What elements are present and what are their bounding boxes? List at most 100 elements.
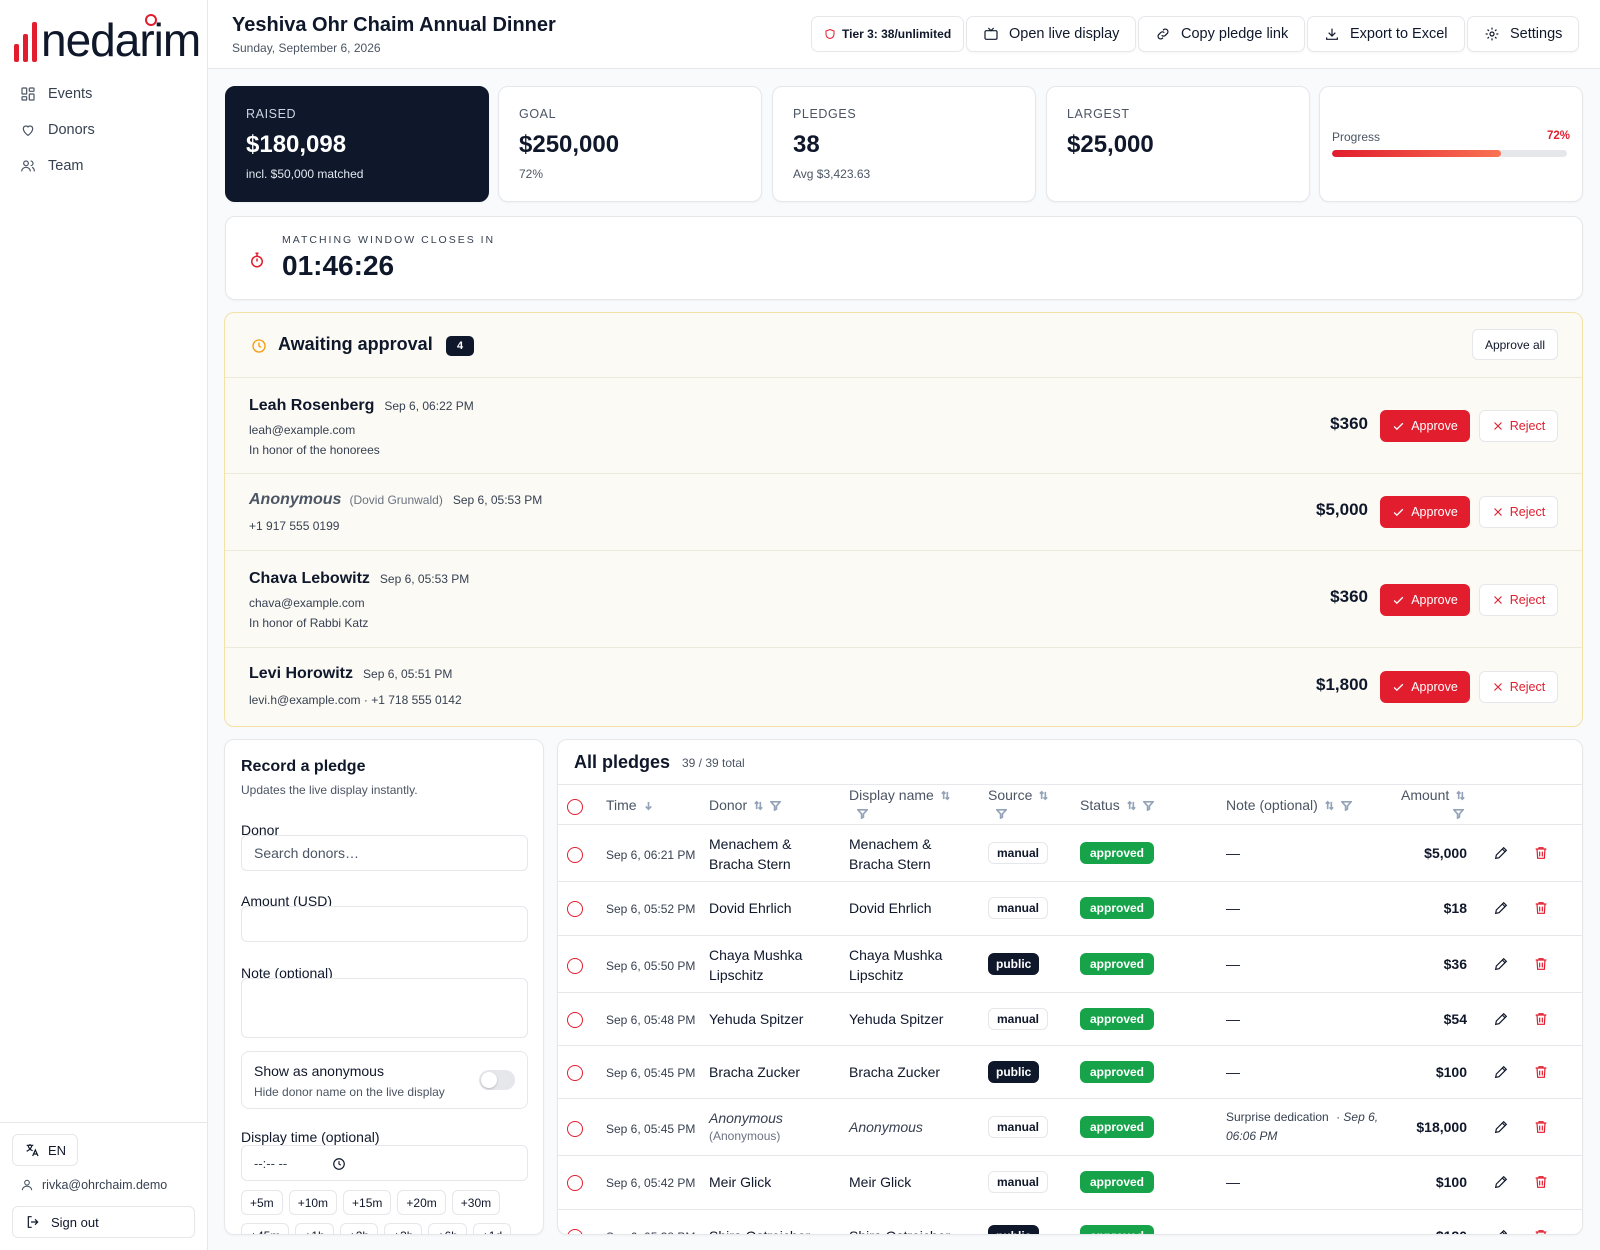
approve-all-button[interactable]: Approve all <box>1471 329 1558 360</box>
row-checkbox[interactable] <box>567 1229 583 1234</box>
column-time[interactable]: Time <box>606 797 654 814</box>
column-display-name[interactable]: Display name <box>849 787 951 822</box>
pledge-donor: Bracha Zucker <box>709 1064 801 1080</box>
pledge-time: Sep 6, 05:48 PM <box>606 1013 696 1027</box>
table-row[interactable]: Sep 6, 05:45 PM Anonymous (Anonymous) An… <box>558 1099 1582 1156</box>
approval-row: Leah Rosenberg Sep 6, 06:22 PM leah@examp… <box>225 378 1582 474</box>
tier-badge[interactable]: Tier 3: 38/unlimited <box>811 16 965 52</box>
edit-icon[interactable] <box>1493 1064 1509 1080</box>
trash-icon[interactable] <box>1533 1064 1549 1080</box>
trash-icon[interactable] <box>1533 1174 1549 1190</box>
approve-button[interactable]: Approve <box>1380 496 1470 528</box>
approve-button[interactable]: Approve <box>1380 584 1470 616</box>
table-row[interactable]: Sep 6, 06:21 PM Menachem & Bracha Stern … <box>558 825 1582 882</box>
settings-button[interactable]: Settings <box>1467 16 1580 52</box>
language-button[interactable]: EN <box>12 1134 78 1166</box>
row-checkbox[interactable] <box>567 1065 583 1081</box>
time-chip[interactable]: +6h <box>428 1223 467 1234</box>
sidebar-item-events[interactable]: Events <box>12 76 196 112</box>
trash-icon[interactable] <box>1533 1228 1549 1235</box>
time-chip[interactable]: +15m <box>343 1190 392 1215</box>
trash-icon[interactable] <box>1533 1119 1549 1135</box>
table-row[interactable]: Sep 6, 05:48 PM Yehuda Spitzer Yehuda Sp… <box>558 993 1582 1046</box>
column-amount[interactable]: Amount <box>1401 787 1466 822</box>
edit-icon[interactable] <box>1493 1011 1509 1027</box>
table-row[interactable]: Sep 6, 05:42 PM Meir Glick Meir Glick ma… <box>558 1156 1582 1210</box>
reject-button[interactable]: Reject <box>1479 671 1558 703</box>
time-chip[interactable]: +30m <box>451 1190 501 1215</box>
column-donor[interactable]: Donor <box>709 797 783 814</box>
pledge-note: — <box>1226 1064 1240 1080</box>
amount-input[interactable] <box>241 906 528 942</box>
anonymous-toggle[interactable] <box>479 1070 515 1090</box>
filter-icon <box>1141 801 1155 812</box>
goal-card: GOAL $250,000 72% <box>498 86 762 202</box>
donor-search-input[interactable] <box>241 835 528 871</box>
trash-icon[interactable] <box>1533 900 1549 916</box>
row-checkbox[interactable] <box>567 958 583 974</box>
row-checkbox[interactable] <box>567 1121 583 1137</box>
open-live-display-button[interactable]: Open live display <box>966 16 1137 52</box>
display-time-input[interactable]: --:-- -- <box>241 1145 528 1181</box>
stat-label: RAISED <box>246 107 297 121</box>
column-source[interactable]: Source <box>988 787 1049 822</box>
edit-icon[interactable] <box>1493 1228 1509 1235</box>
table-row[interactable]: Sep 6, 05:45 PM Bracha Zucker Bracha Zuc… <box>558 1046 1582 1099</box>
approve-button[interactable]: Approve <box>1380 671 1470 703</box>
time-chip[interactable]: +1h <box>295 1223 334 1234</box>
reject-button[interactable]: Reject <box>1479 410 1558 442</box>
time-chip[interactable]: +1d <box>472 1223 512 1234</box>
pledge-amount: $18 <box>1443 900 1467 916</box>
filter-icon <box>1452 808 1465 820</box>
edit-icon[interactable] <box>1493 1174 1509 1190</box>
approve-button[interactable]: Approve <box>1380 410 1470 442</box>
row-checkbox[interactable] <box>567 1175 583 1191</box>
export-excel-button[interactable]: Export to Excel <box>1307 16 1465 52</box>
note-textarea[interactable] <box>241 978 528 1038</box>
clock-icon <box>252 339 266 353</box>
approval-donor-name: Levi Horowitz Sep 6, 05:51 PM <box>249 665 453 682</box>
time-chip[interactable]: +45m <box>241 1223 290 1234</box>
copy-pledge-link-button[interactable]: Copy pledge link <box>1138 16 1306 52</box>
time-chip[interactable]: +10m <box>288 1190 338 1215</box>
row-checkbox[interactable] <box>567 901 583 917</box>
trash-icon[interactable] <box>1533 956 1549 972</box>
sort-icon <box>941 790 950 801</box>
row-checkbox[interactable] <box>567 1012 583 1028</box>
approval-amount: $360 <box>1330 414 1368 433</box>
nedarim-logo[interactable]: nedarim <box>14 10 201 63</box>
pledge-time: Sep 6, 05:45 PM <box>606 1066 696 1080</box>
users-icon <box>21 160 35 172</box>
time-chip[interactable]: +2h <box>339 1223 379 1234</box>
current-user: rivka@ohrchaim.demo <box>20 1178 167 1192</box>
column-note[interactable]: Note (optional) <box>1226 797 1353 814</box>
reject-button[interactable]: Reject <box>1479 496 1558 528</box>
table-row[interactable]: Sep 6, 05:50 PM Chaya Mushka Lipschitz C… <box>558 936 1582 993</box>
reject-button[interactable]: Reject <box>1479 584 1558 616</box>
trash-icon[interactable] <box>1533 1011 1549 1027</box>
time-chip[interactable]: +5m <box>241 1190 283 1215</box>
check-icon <box>1393 683 1404 691</box>
sidebar-item-label: Events <box>48 86 93 102</box>
sidebar-item-team[interactable]: Team <box>12 148 196 184</box>
sidebar-item-donors[interactable]: Donors <box>12 112 196 148</box>
sign-out-button[interactable]: Sign out <box>12 1206 195 1238</box>
pledge-display-name: Yehuda Spitzer <box>849 1011 944 1027</box>
edit-icon[interactable] <box>1493 1119 1509 1135</box>
table-row[interactable]: Sep 6, 05:52 PM Dovid Ehrlich Dovid Ehrl… <box>558 882 1582 936</box>
select-all-checkbox[interactable] <box>567 799 583 815</box>
time-chip[interactable]: +20m <box>397 1190 446 1215</box>
edit-icon[interactable] <box>1493 956 1509 972</box>
row-checkbox[interactable] <box>567 847 583 863</box>
table-row[interactable]: Sep 6, 05:38 PM Shira Ostreicher Shira O… <box>558 1210 1582 1235</box>
approval-time: Sep 6, 05:53 PM <box>379 572 470 586</box>
edit-icon[interactable] <box>1493 900 1509 916</box>
pledge-amount: $5,000 <box>1424 845 1467 861</box>
edit-icon[interactable] <box>1493 845 1509 861</box>
trash-icon[interactable] <box>1533 845 1549 861</box>
source-badge: manual <box>988 842 1049 864</box>
column-status[interactable]: Status <box>1080 797 1155 814</box>
approval-donor-name: Leah Rosenberg Sep 6, 06:22 PM <box>249 397 474 414</box>
pledge-donor: Menachem & Bracha Stern <box>709 836 792 872</box>
time-chip[interactable]: +3h <box>384 1223 423 1234</box>
